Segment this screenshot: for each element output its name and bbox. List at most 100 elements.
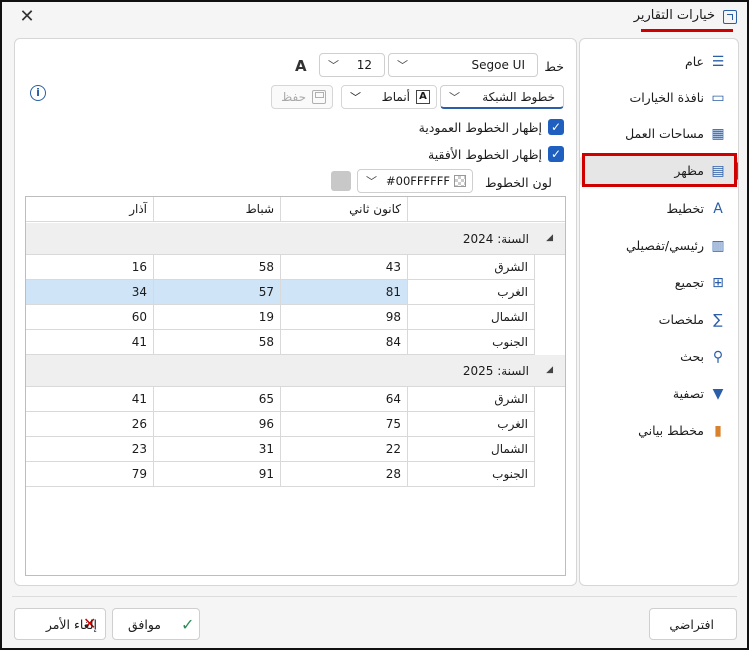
save-button[interactable]: حفظ [271,85,333,109]
chart-icon: ▮ [714,423,722,439]
cell-region[interactable]: الشرق [408,255,535,280]
nav-item-label: عام [684,54,704,69]
nav-item-chart[interactable]: ▮ مخطط بياني [580,416,738,446]
cell-feb[interactable]: 57 [154,280,281,305]
line-color-label: لون الخطوط [484,175,552,190]
cell-mar[interactable]: 26 [26,412,154,437]
save-label: حفظ [281,90,306,104]
show-vertical-lines-checkbox[interactable]: ✓ إظهار الخطوط العمودية [404,118,564,138]
default-button[interactable]: افتراضي [649,608,737,640]
sigma-icon: ∑ [713,312,723,328]
chevron-down-icon: ﹀ [350,91,361,104]
nav-item-label: نافذة الخيارات [629,90,704,105]
cell-feb[interactable]: 65 [154,387,281,412]
group-row-2024[interactable]: ◢ السنة: 2024 [26,223,565,255]
grouping-icon: ⊞ [712,275,724,291]
nav-item-grouping[interactable]: ⊞ تجميع [580,268,738,298]
text-style-icon: A [416,90,430,104]
cell-mar[interactable]: 79 [26,462,154,487]
cell-region[interactable]: الشمال [408,305,535,330]
nav-item-label: ملخصات [658,312,704,327]
font-label: خط [544,59,564,74]
show-horizontal-lines-checkbox[interactable]: ✓ إظهار الخطوط الأفقية [404,145,564,165]
chevron-down-icon: ﹀ [449,91,460,104]
cell-jan[interactable]: 22 [281,437,408,462]
styles-dropdown[interactable]: A أنماط ﹀ [341,85,437,109]
cell-region[interactable]: الغرب [408,280,535,305]
preview-grid: آذار شباط كانون ثاني ◢ السنة: 2024 16 58… [25,196,566,576]
cell-mar[interactable]: 41 [26,330,154,355]
font-family-combo[interactable]: Segoe UI ﹀ [388,53,538,77]
options-nav: ☰ عام ▭ نافذة الخيارات ▦ مساحات العمل ▤ … [579,38,739,586]
cell-mar[interactable]: 23 [26,437,154,462]
column-header-jan[interactable]: كانون ثاني [281,197,408,222]
cell-feb[interactable]: 58 [154,255,281,280]
group-label: السنة: 2024 [462,232,529,246]
column-header-feb[interactable]: شباط [154,197,281,222]
group-row-2025[interactable]: ◢ السنة: 2025 [26,355,565,387]
cell-feb[interactable]: 58 [154,330,281,355]
collapse-triangle-icon[interactable]: ◢ [546,365,553,375]
font-size-combo[interactable]: 12 ﹀ [319,53,385,77]
cancel-button[interactable]: ✕ إلغاء الأمر [14,608,106,640]
chevron-down-icon: ﹀ [366,175,377,188]
nav-item-general[interactable]: ☰ عام [580,47,738,77]
chevron-down-icon: ﹀ [328,59,339,72]
info-icon[interactable]: i [30,85,46,101]
cell-jan[interactable]: 98 [281,305,408,330]
nav-item-filter[interactable]: ▼ تصفية [580,379,738,409]
list-settings-icon: ☰ [711,54,725,70]
nav-item-master-detail[interactable]: ▥ رئيسي/تفصيلي [580,231,738,261]
cell-feb[interactable]: 31 [154,437,281,462]
close-button[interactable]: ✕ [16,6,38,28]
cell-region[interactable]: الجنوب [408,462,535,487]
cell-region[interactable]: الجنوب [408,330,535,355]
nav-item-label: بحث [680,349,704,364]
column-header-mar[interactable]: آذار [26,197,154,222]
cell-jan[interactable]: 28 [281,462,408,487]
search-icon: ⚲ [712,349,724,365]
cell-mar[interactable]: 16 [26,255,154,280]
grid-lines-combo[interactable]: خطوط الشبكة ﹀ [440,85,564,109]
cell-jan[interactable]: 43 [281,255,408,280]
nav-item-label: مساحات العمل [625,126,704,141]
nav-item-summaries[interactable]: ∑ ملخصات [580,305,738,335]
save-icon [312,90,326,104]
nav-item-label: رئيسي/تفصيلي [625,238,704,253]
cell-feb[interactable]: 19 [154,305,281,330]
layout-icon: A [713,201,723,217]
cell-region[interactable]: الشمال [408,437,535,462]
default-label: افتراضي [669,617,714,632]
cell-mar[interactable]: 60 [26,305,154,330]
font-icon: A [295,57,307,75]
font-size-value: 12 [356,58,372,72]
dialog-footer: افتراضي ✓ موافق ✕ إلغاء الأمر [2,596,747,648]
cell-jan[interactable]: 84 [281,330,408,355]
cell-mar[interactable]: 34 [26,280,154,305]
nav-item-workspaces[interactable]: ▦ مساحات العمل [580,119,738,149]
nav-item-options-window[interactable]: ▭ نافذة الخيارات [580,83,738,113]
cell-region[interactable]: الشرق [408,387,535,412]
cell-jan[interactable]: 75 [281,412,408,437]
cell-jan[interactable]: 81 [281,280,408,305]
collapse-triangle-icon[interactable]: ◢ [546,233,553,243]
transparent-swatch-icon [454,175,466,187]
cell-feb[interactable]: 96 [154,412,281,437]
show-horizontal-lines-label: إظهار الخطوط الأفقية [428,147,542,162]
color-picker-swatch[interactable] [331,171,351,191]
line-color-combo[interactable]: #00FFFFFF ﹀ [357,169,473,193]
chevron-down-icon: ﹀ [397,59,408,72]
cell-mar[interactable]: 41 [26,387,154,412]
ok-button[interactable]: ✓ موافق [112,608,200,640]
checkmark-icon: ✓ [548,146,564,162]
appearance-panel: خط Segoe UI ﹀ 12 ﹀ A i خطوط الشبكة ﹀ A أ… [14,38,577,586]
cell-jan[interactable]: 64 [281,387,408,412]
cell-feb[interactable]: 91 [154,462,281,487]
title-highlight-underline [641,29,733,32]
nav-item-search[interactable]: ⚲ بحث [580,342,738,372]
nav-item-layout[interactable]: A تخطيط [580,194,738,224]
font-family-value: Segoe UI [471,58,525,72]
cell-region[interactable]: الغرب [408,412,535,437]
nav-item-label: تصفية [672,386,704,401]
group-label: السنة: 2025 [462,364,529,378]
